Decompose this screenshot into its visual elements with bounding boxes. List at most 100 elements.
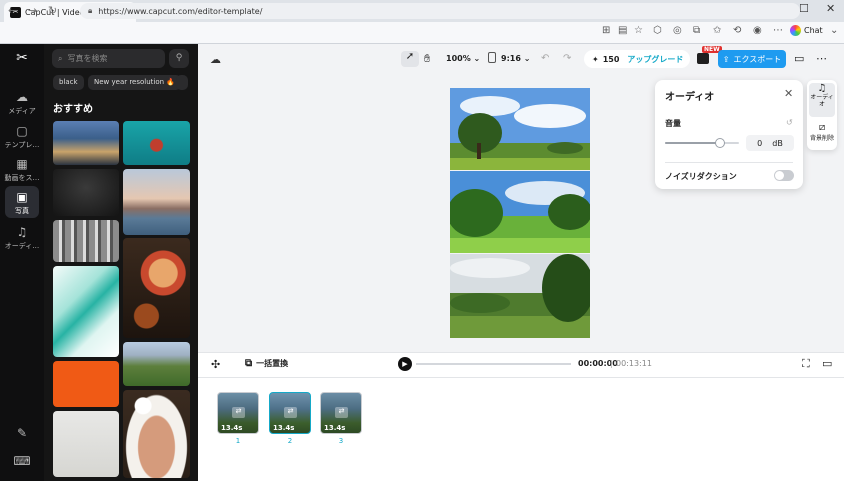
copilot-chat-button[interactable]: Chat: [790, 25, 823, 36]
shield-icon[interactable]: ◎: [673, 25, 682, 36]
play-button[interactable]: ▶: [398, 357, 412, 371]
select-tool-icon[interactable]: ➚: [401, 51, 419, 67]
rail-item-video[interactable]: ▦ 動画をス…: [0, 157, 44, 183]
volume-input[interactable]: 0 dB: [746, 135, 794, 151]
volume-value: 0: [757, 138, 763, 148]
back-icon[interactable]: ←: [8, 4, 17, 17]
chip-more[interactable]: [176, 75, 188, 90]
photo-thumb-orange[interactable]: [53, 361, 119, 407]
chip-new-year[interactable]: New year resolution 🔥: [88, 75, 182, 90]
section-title: おすすめ: [53, 104, 93, 115]
volume-unit: dB: [772, 138, 783, 148]
photo-thumb-dark-texture[interactable]: [53, 169, 119, 216]
fullscreen-icon[interactable]: ⛶: [802, 357, 810, 371]
extension-icon[interactable]: ⬡: [653, 25, 662, 36]
photo-thumb-city-night[interactable]: [53, 121, 119, 165]
timeline-clip[interactable]: ⇄ 13.4s: [320, 392, 362, 434]
photo-thumb-white-paper[interactable]: [53, 411, 119, 477]
batch-replace-button[interactable]: ⧉ 一括置換: [245, 358, 288, 369]
hand-tool-icon[interactable]: ✋︎: [424, 52, 430, 66]
rail-item-media[interactable]: ☁ メディア: [0, 90, 44, 116]
video-frame[interactable]: [447, 88, 594, 338]
replace-icon[interactable]: ⇄: [335, 407, 348, 418]
upgrade-button[interactable]: ✦ 150 アップグレード: [584, 50, 690, 68]
chevron-down-icon[interactable]: ⌄: [830, 25, 838, 36]
replace-icon: ⧉: [245, 358, 253, 369]
replace-icon[interactable]: ⇄: [284, 407, 297, 418]
reset-icon[interactable]: ↺: [786, 118, 793, 127]
photo-thumb-teal-swirl[interactable]: [53, 266, 119, 357]
ratio-dropdown[interactable]: 9:16 ⌄: [501, 54, 530, 63]
rail-item-audio[interactable]: ♫ オーディ…: [0, 225, 44, 251]
redo-icon[interactable]: ↷: [563, 53, 571, 64]
photo-icon: ▣: [16, 190, 28, 204]
profile-avatar-icon[interactable]: ◉: [753, 25, 762, 36]
refresh-icon[interactable]: ↻: [48, 4, 57, 17]
layout-icon[interactable]: ✣: [211, 358, 220, 371]
split-icon[interactable]: ⧉: [693, 25, 700, 36]
rail-item-photos[interactable]: ▣ 写真: [0, 186, 44, 218]
photo-thumb-barrels[interactable]: [53, 220, 119, 262]
photo-search-input[interactable]: ⌕ 写真を検索: [52, 49, 165, 68]
more-options-icon[interactable]: ⋯: [816, 52, 827, 65]
template-icon: ▢: [16, 124, 28, 138]
url-field[interactable]: 🔒︎ https://www.capcut.com/editor-templat…: [80, 3, 800, 19]
tab-remove-background[interactable]: ⧄ 背景削除: [809, 122, 835, 148]
clip-duration: 13.4s: [324, 424, 346, 432]
ratio-value: 9:16: [501, 54, 521, 63]
audio-settings-panel: オーディオ ✕ 音量 ↺ 0 dB ノイズリダクション: [655, 80, 803, 189]
chat-label: Chat: [804, 26, 823, 35]
music-note-icon: ♫: [817, 83, 827, 94]
zoom-dropdown[interactable]: 100% ⌄: [446, 54, 480, 63]
close-window-button[interactable]: ✕: [826, 2, 835, 15]
rail-item-templates[interactable]: ▢ テンプレ…: [0, 124, 44, 150]
tab-remove-bg-label: 背景削除: [809, 135, 834, 142]
total-time: 00:13:11: [616, 359, 652, 368]
maximize-button[interactable]: ☐: [799, 2, 809, 15]
photo-thumb-meadow[interactable]: [123, 342, 190, 386]
app-icon[interactable]: ⊞: [602, 25, 610, 36]
edit-doc-icon: ✎: [16, 426, 28, 440]
photo-thumb-food-bowl[interactable]: [123, 238, 190, 338]
present-icon[interactable]: ▭: [794, 52, 804, 65]
noise-reduction-toggle[interactable]: [774, 170, 794, 181]
more-menu-icon[interactable]: ⋯: [773, 25, 783, 36]
export-button[interactable]: ⇪ エクスポート: [718, 50, 786, 68]
photo-thumb-boat-sea[interactable]: [123, 121, 190, 165]
rail-label: オーディ…: [4, 242, 40, 250]
music-note-icon: ♫: [16, 225, 28, 239]
filter-icon: ⚲: [175, 53, 183, 63]
favorites-icon[interactable]: ✩: [713, 25, 721, 36]
timeline-clip[interactable]: ⇄ 13.4s: [269, 392, 311, 434]
monitor-icon[interactable]: ▭: [822, 357, 832, 370]
history-icon[interactable]: ⟲: [733, 25, 741, 36]
cloud-save-icon[interactable]: ☁: [210, 53, 221, 66]
volume-label: 音量: [665, 119, 681, 128]
audio-panel-title: オーディオ: [665, 92, 715, 103]
url-text: https://www.capcut.com/editor-template/: [98, 6, 263, 16]
scrubber-track[interactable]: [416, 363, 571, 365]
volume-slider-track[interactable]: [665, 138, 739, 148]
chip-black[interactable]: black: [53, 75, 84, 90]
tab-audio-label: オーディオ: [810, 94, 834, 108]
toggle-knob: [775, 171, 784, 180]
batch-replace-label: 一括置換: [256, 359, 289, 368]
undo-icon[interactable]: ↶: [541, 53, 549, 64]
sparkle-icon: ✦: [592, 54, 599, 64]
film-icon: ▦: [16, 157, 28, 171]
replace-icon[interactable]: ⇄: [232, 407, 245, 418]
reader-icon[interactable]: ▤: [618, 25, 627, 36]
volume-slider-knob[interactable]: [714, 138, 725, 148]
gift-icon[interactable]: [697, 53, 709, 64]
tab-audio[interactable]: ♫ オーディオ: [809, 83, 835, 117]
favorite-star-icon[interactable]: ☆: [634, 25, 643, 36]
rail-item-edit-notes[interactable]: ✎: [0, 426, 44, 442]
forward-icon[interactable]: →: [28, 4, 37, 17]
photo-thumb-plated-meat[interactable]: [123, 390, 190, 478]
photo-thumb-skyline[interactable]: [123, 169, 190, 235]
close-icon[interactable]: ✕: [784, 87, 793, 100]
credits-count: 150: [602, 54, 620, 64]
filter-button[interactable]: ⚲: [169, 49, 189, 68]
rail-item-keyboard[interactable]: ⌨: [0, 454, 44, 470]
timeline-clip[interactable]: ⇄ 13.4s: [217, 392, 259, 434]
